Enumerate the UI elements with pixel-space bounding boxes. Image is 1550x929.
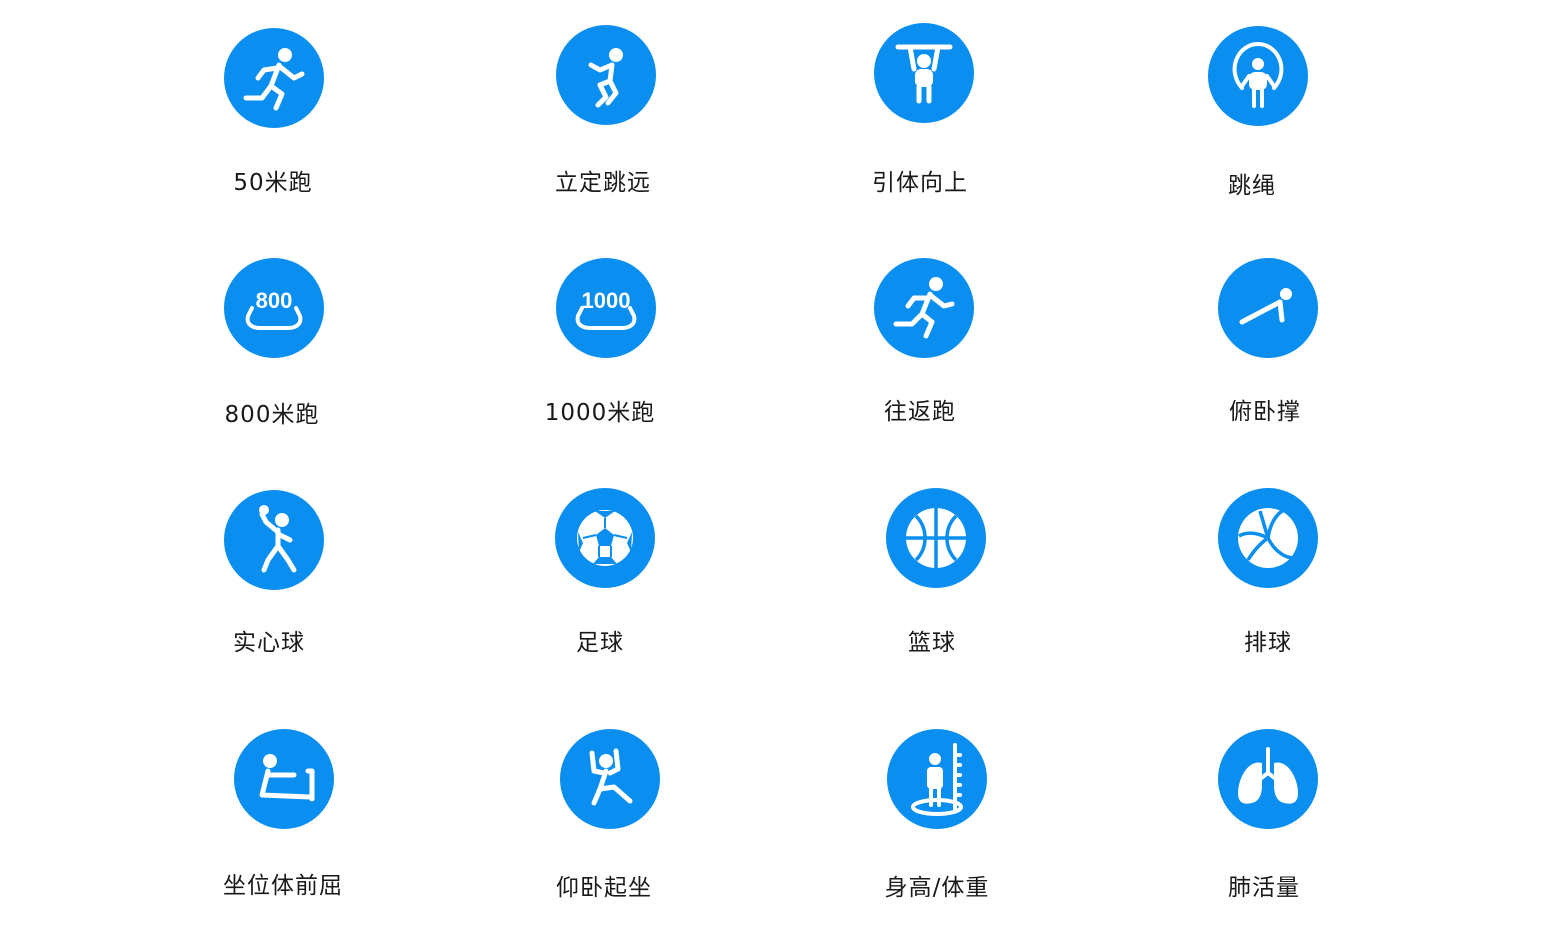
test-label: 1000米跑 <box>544 400 656 426</box>
medicine-ball-throw-icon <box>224 490 324 590</box>
test-item-800m-run[interactable]: 800 800米跑 <box>163 258 383 458</box>
test-item-push-up[interactable]: 俯卧撑 <box>1157 258 1377 458</box>
test-label: 实心球 <box>233 630 305 656</box>
test-item-basketball[interactable]: 篮球 <box>826 488 1046 688</box>
pull-up-icon <box>874 23 974 123</box>
jump-rope-icon <box>1208 26 1308 126</box>
sit-and-reach-icon <box>234 729 334 829</box>
test-item-soccer[interactable]: 足球 <box>495 488 715 688</box>
height-weight-icon <box>887 729 987 829</box>
test-item-50m-run[interactable]: 50米跑 <box>163 28 383 228</box>
test-item-volleyball[interactable]: 排球 <box>1157 488 1377 688</box>
test-item-lung-capacity[interactable]: 肺活量 <box>1157 729 1377 929</box>
fitness-test-grid: { "tests": [ {"label": "50米跑", "icon": "… <box>0 0 1550 918</box>
test-item-sit-up[interactable]: 仰卧起坐 <box>500 729 720 929</box>
test-item-standing-long-jump[interactable]: 立定跳远 <box>496 25 716 225</box>
test-label: 肺活量 <box>1228 875 1300 901</box>
test-item-jump-rope[interactable]: 跳绳 <box>1147 26 1367 226</box>
test-label: 排球 <box>1244 630 1292 656</box>
test-label: 往返跑 <box>884 399 956 425</box>
svg-text:1000: 1000 <box>582 288 631 313</box>
test-label: 俯卧撑 <box>1229 399 1301 425</box>
track-800-icon: 800 <box>224 258 324 358</box>
test-item-1000m-run[interactable]: 1000 1000米跑 <box>496 258 716 458</box>
test-label: 篮球 <box>908 630 956 656</box>
test-label: 引体向上 <box>872 170 968 196</box>
test-label: 足球 <box>576 630 624 656</box>
test-label: 立定跳远 <box>555 170 651 196</box>
test-item-height-weight[interactable]: 身高/体重 <box>827 729 1047 929</box>
volleyball-icon <box>1218 488 1318 588</box>
test-item-sit-and-reach[interactable]: 坐位体前屈 <box>173 729 393 929</box>
sprint-runner-icon <box>224 28 324 128</box>
sit-up-icon <box>560 729 660 829</box>
standing-jump-icon <box>556 25 656 125</box>
test-label: 跳绳 <box>1228 173 1276 199</box>
lungs-icon <box>1218 729 1318 829</box>
test-item-pull-up[interactable]: 引体向上 <box>814 23 1034 223</box>
basketball-icon <box>886 488 986 588</box>
test-label: 50米跑 <box>233 170 313 196</box>
push-up-icon <box>1218 258 1318 358</box>
test-label: 仰卧起坐 <box>556 875 652 901</box>
track-1000-icon: 1000 <box>556 258 656 358</box>
test-item-shuttle-run[interactable]: 往返跑 <box>814 258 1034 458</box>
test-label: 坐位体前屈 <box>223 873 343 899</box>
svg-text:800: 800 <box>256 288 293 313</box>
test-label: 800米跑 <box>224 402 320 428</box>
shuttle-run-icon <box>874 258 974 358</box>
test-label: 身高/体重 <box>884 875 990 901</box>
soccer-ball-icon <box>555 488 655 588</box>
test-item-medicine-ball[interactable]: 实心球 <box>163 490 383 690</box>
